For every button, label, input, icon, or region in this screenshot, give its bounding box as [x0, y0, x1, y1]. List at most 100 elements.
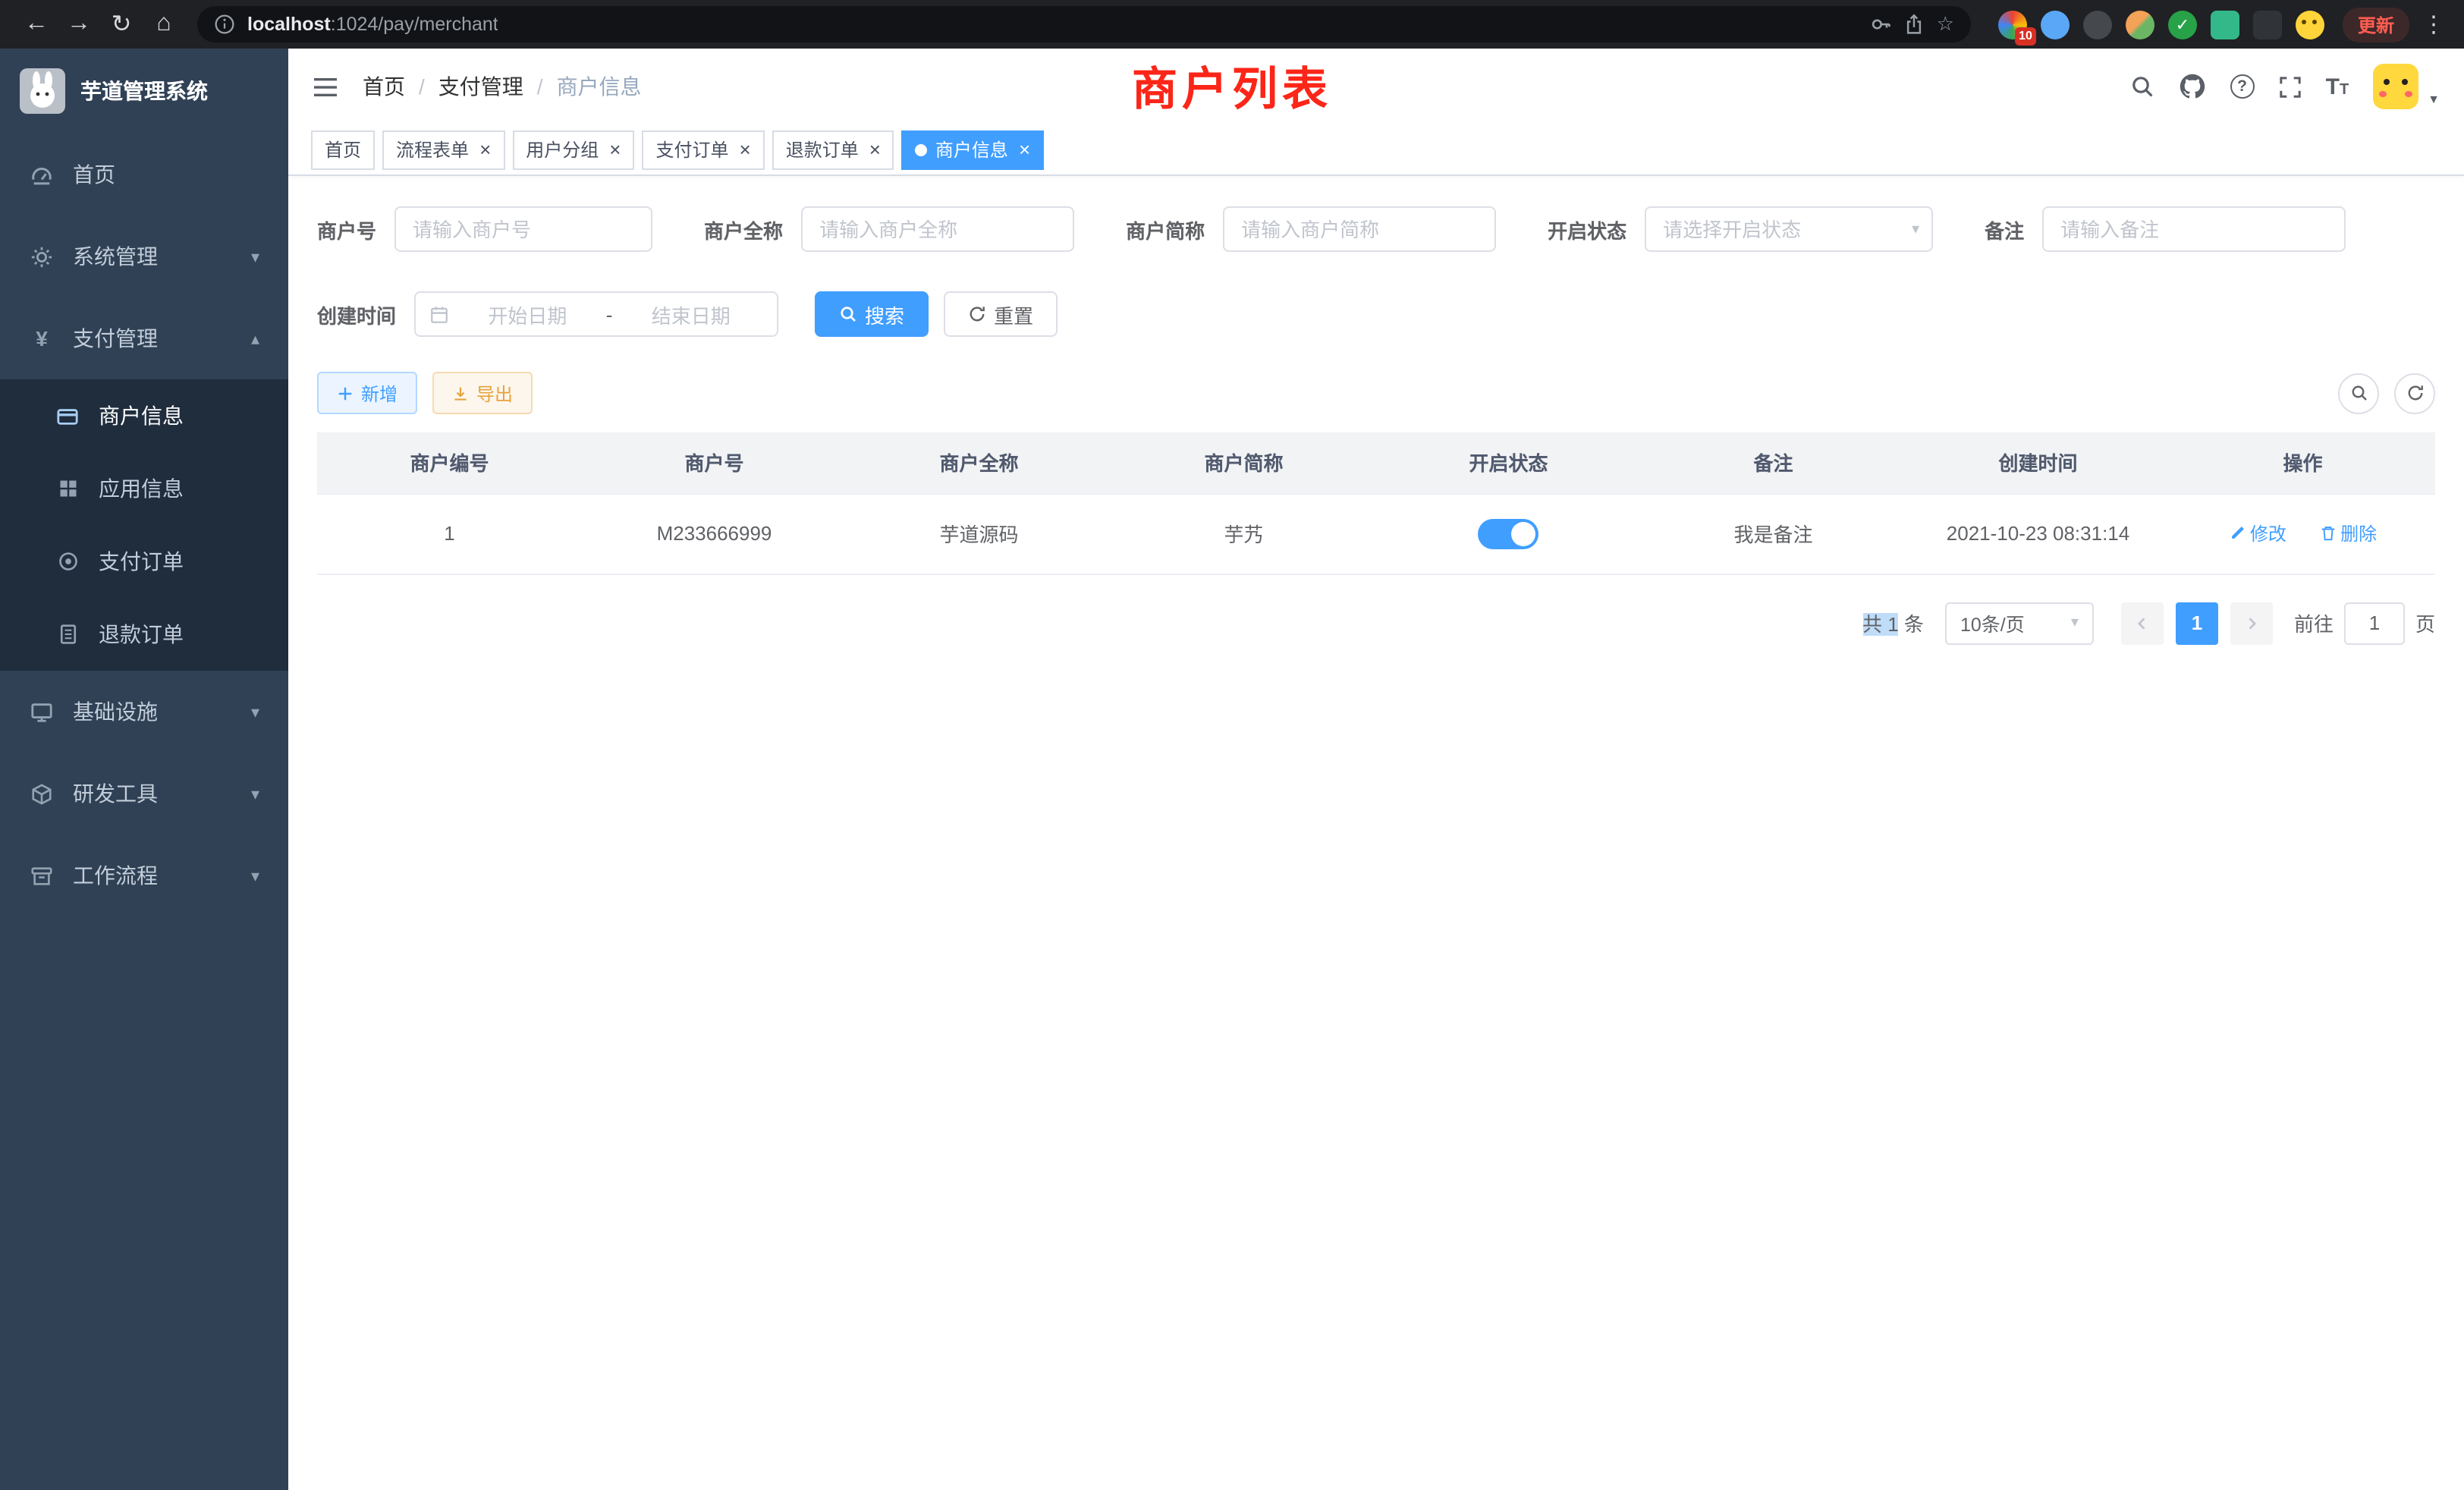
fullscreen-icon[interactable]	[2279, 75, 2302, 98]
date-separator: -	[606, 303, 613, 325]
short-name-input[interactable]	[1223, 206, 1496, 252]
extension-badge: 10	[2015, 27, 2036, 45]
search-icon[interactable]	[2130, 74, 2154, 99]
tab-pay-order[interactable]: 支付订单×	[642, 130, 764, 169]
start-date-placeholder[interactable]: 开始日期	[455, 300, 600, 328]
browser-menu-icon[interactable]: ⋮	[2422, 11, 2446, 38]
search-button[interactable]: 搜索	[815, 291, 929, 337]
avatar[interactable]	[2373, 64, 2418, 109]
breadcrumb-item[interactable]: 首页	[363, 71, 405, 102]
status-select[interactable]	[1645, 206, 1933, 252]
reset-button[interactable]: 重置	[944, 291, 1058, 337]
reload-icon[interactable]: ↻	[103, 6, 140, 42]
end-date-placeholder[interactable]: 结束日期	[618, 300, 763, 328]
sidebar-item-infrastructure[interactable]: 基础设施 ▾	[0, 671, 288, 753]
sidebar-item-home[interactable]: 首页	[0, 134, 288, 215]
hamburger-icon[interactable]	[313, 75, 338, 98]
export-button[interactable]: 导出	[432, 372, 533, 414]
help-icon[interactable]: ?	[2230, 74, 2255, 99]
font-size-icon[interactable]: TT	[2326, 75, 2349, 98]
page-unit-label: 页	[2415, 608, 2435, 637]
page-size-select[interactable]: 10条/页 ▾	[1945, 602, 2094, 644]
tab-user-group[interactable]: 用户分组×	[512, 130, 634, 169]
remark-label: 备注	[1985, 215, 2024, 244]
next-page-button[interactable]	[2230, 602, 2273, 644]
sidebar-item-payment[interactable]: ¥ 支付管理 ▴	[0, 297, 288, 379]
total-unit: 条	[1899, 613, 1924, 636]
add-button[interactable]: 新增	[317, 372, 417, 414]
page-content: 商户号 商户全称 商户简称 开启状态	[288, 176, 2464, 1490]
sidebar-item-label: 研发工具	[73, 778, 158, 809]
table-header-row: 商户编号 商户号 商户全称 商户简称 开启状态 备注 创建时间 操作	[317, 432, 2435, 493]
close-icon[interactable]: ×	[479, 140, 491, 159]
tab-merchant-info[interactable]: 商户信息×	[902, 130, 1044, 169]
extension-icon[interactable]: ✓	[2168, 10, 2197, 39]
tab-process-form[interactable]: 流程表单×	[382, 130, 504, 169]
page-1-button[interactable]: 1	[2176, 602, 2218, 644]
extension-icon[interactable]	[2296, 10, 2324, 39]
full-name-input[interactable]	[801, 206, 1074, 252]
sidebar-item-app-info[interactable]: 应用信息	[0, 452, 288, 525]
chevron-down-icon: ▾	[251, 247, 259, 266]
sidebar-item-label: 商户信息	[99, 401, 184, 431]
tab-refund-order[interactable]: 退款订单×	[772, 130, 894, 169]
extension-icon[interactable]	[2083, 10, 2112, 39]
extension-icon[interactable]	[2041, 10, 2070, 39]
browser-update-button[interactable]: 更新	[2343, 7, 2409, 42]
delete-button[interactable]: 删除	[2319, 520, 2377, 546]
caret-down-icon[interactable]: ▼	[2428, 92, 2440, 105]
edit-button[interactable]: 修改	[2229, 520, 2286, 546]
site-info-icon[interactable]	[214, 14, 235, 35]
col-merchant-no: 商户号	[582, 432, 847, 493]
close-icon[interactable]: ×	[609, 140, 621, 159]
close-icon[interactable]: ×	[1019, 140, 1030, 159]
app-logo[interactable]: 芋道管理系统	[0, 49, 288, 134]
extensions-area: 10 ✓	[1998, 10, 2324, 39]
cell-full-name: 芋道源码	[847, 493, 1111, 574]
table-row: 1 M233666999 芋道源码 芋艿 我是备注 2021-10-23 08:…	[317, 493, 2435, 574]
sidebar-item-system[interactable]: 系统管理 ▾	[0, 215, 288, 297]
col-create-time: 创建时间	[1906, 432, 2170, 493]
prev-page-button[interactable]	[2121, 602, 2164, 644]
status-toggle[interactable]	[1479, 518, 1539, 549]
sidebar-item-workflow[interactable]: 工作流程 ▾	[0, 835, 288, 916]
close-icon[interactable]: ×	[869, 140, 881, 159]
create-time-range-picker[interactable]: 开始日期 - 结束日期	[414, 291, 778, 337]
github-icon[interactable]	[2179, 73, 2206, 100]
breadcrumb-item[interactable]: 支付管理	[438, 71, 523, 102]
toggle-search-button[interactable]	[2338, 372, 2379, 413]
breadcrumb-separator: /	[537, 74, 543, 99]
status-label: 开启状态	[1548, 215, 1626, 244]
merchant-table: 商户编号 商户号 商户全称 商户简称 开启状态 备注 创建时间 操作 1	[317, 432, 2435, 574]
home-icon[interactable]: ⌂	[146, 6, 182, 42]
chevron-down-icon: ▾	[251, 866, 259, 885]
sidebar-item-pay-order[interactable]: 支付订单	[0, 525, 288, 598]
cell-actions: 修改 删除	[2170, 493, 2435, 574]
extension-icon[interactable]: 10	[1998, 10, 2027, 39]
close-icon[interactable]: ×	[740, 140, 751, 159]
address-bar[interactable]: localhost:1024/pay/merchant ☆	[197, 6, 1971, 42]
remark-input[interactable]	[2042, 206, 2346, 252]
cell-short-name: 芋艿	[1111, 493, 1376, 574]
forward-icon[interactable]: →	[61, 6, 97, 42]
sidebar-item-refund-order[interactable]: 退款订单	[0, 598, 288, 671]
extension-icon[interactable]	[2253, 10, 2282, 39]
goto-page-input[interactable]	[2344, 602, 2405, 644]
sidebar-item-label: 工作流程	[73, 860, 158, 891]
password-key-icon[interactable]	[1872, 14, 1893, 35]
chevron-down-icon: ▾	[251, 784, 259, 803]
sidebar-item-dev-tools[interactable]: 研发工具 ▾	[0, 753, 288, 835]
screen: ← → ↻ ⌂ localhost:1024/pay/merchant ☆ 10…	[0, 0, 2464, 1490]
bookmark-star-icon[interactable]: ☆	[1937, 12, 1954, 36]
extension-icon[interactable]	[2126, 10, 2154, 39]
share-icon[interactable]	[1905, 14, 1925, 35]
sidebar-item-merchant-info[interactable]: 商户信息	[0, 379, 288, 452]
merchant-no-input[interactable]	[394, 206, 652, 252]
back-icon[interactable]: ←	[18, 6, 55, 42]
refresh-button[interactable]	[2394, 372, 2435, 413]
full-name-label: 商户全称	[704, 215, 783, 244]
extension-icon[interactable]	[2211, 10, 2239, 39]
tags-view: 首页 流程表单× 用户分组× 支付订单× 退款订单× 商户信息×	[288, 124, 2464, 176]
tab-home[interactable]: 首页	[311, 130, 375, 169]
target-icon	[55, 551, 80, 572]
